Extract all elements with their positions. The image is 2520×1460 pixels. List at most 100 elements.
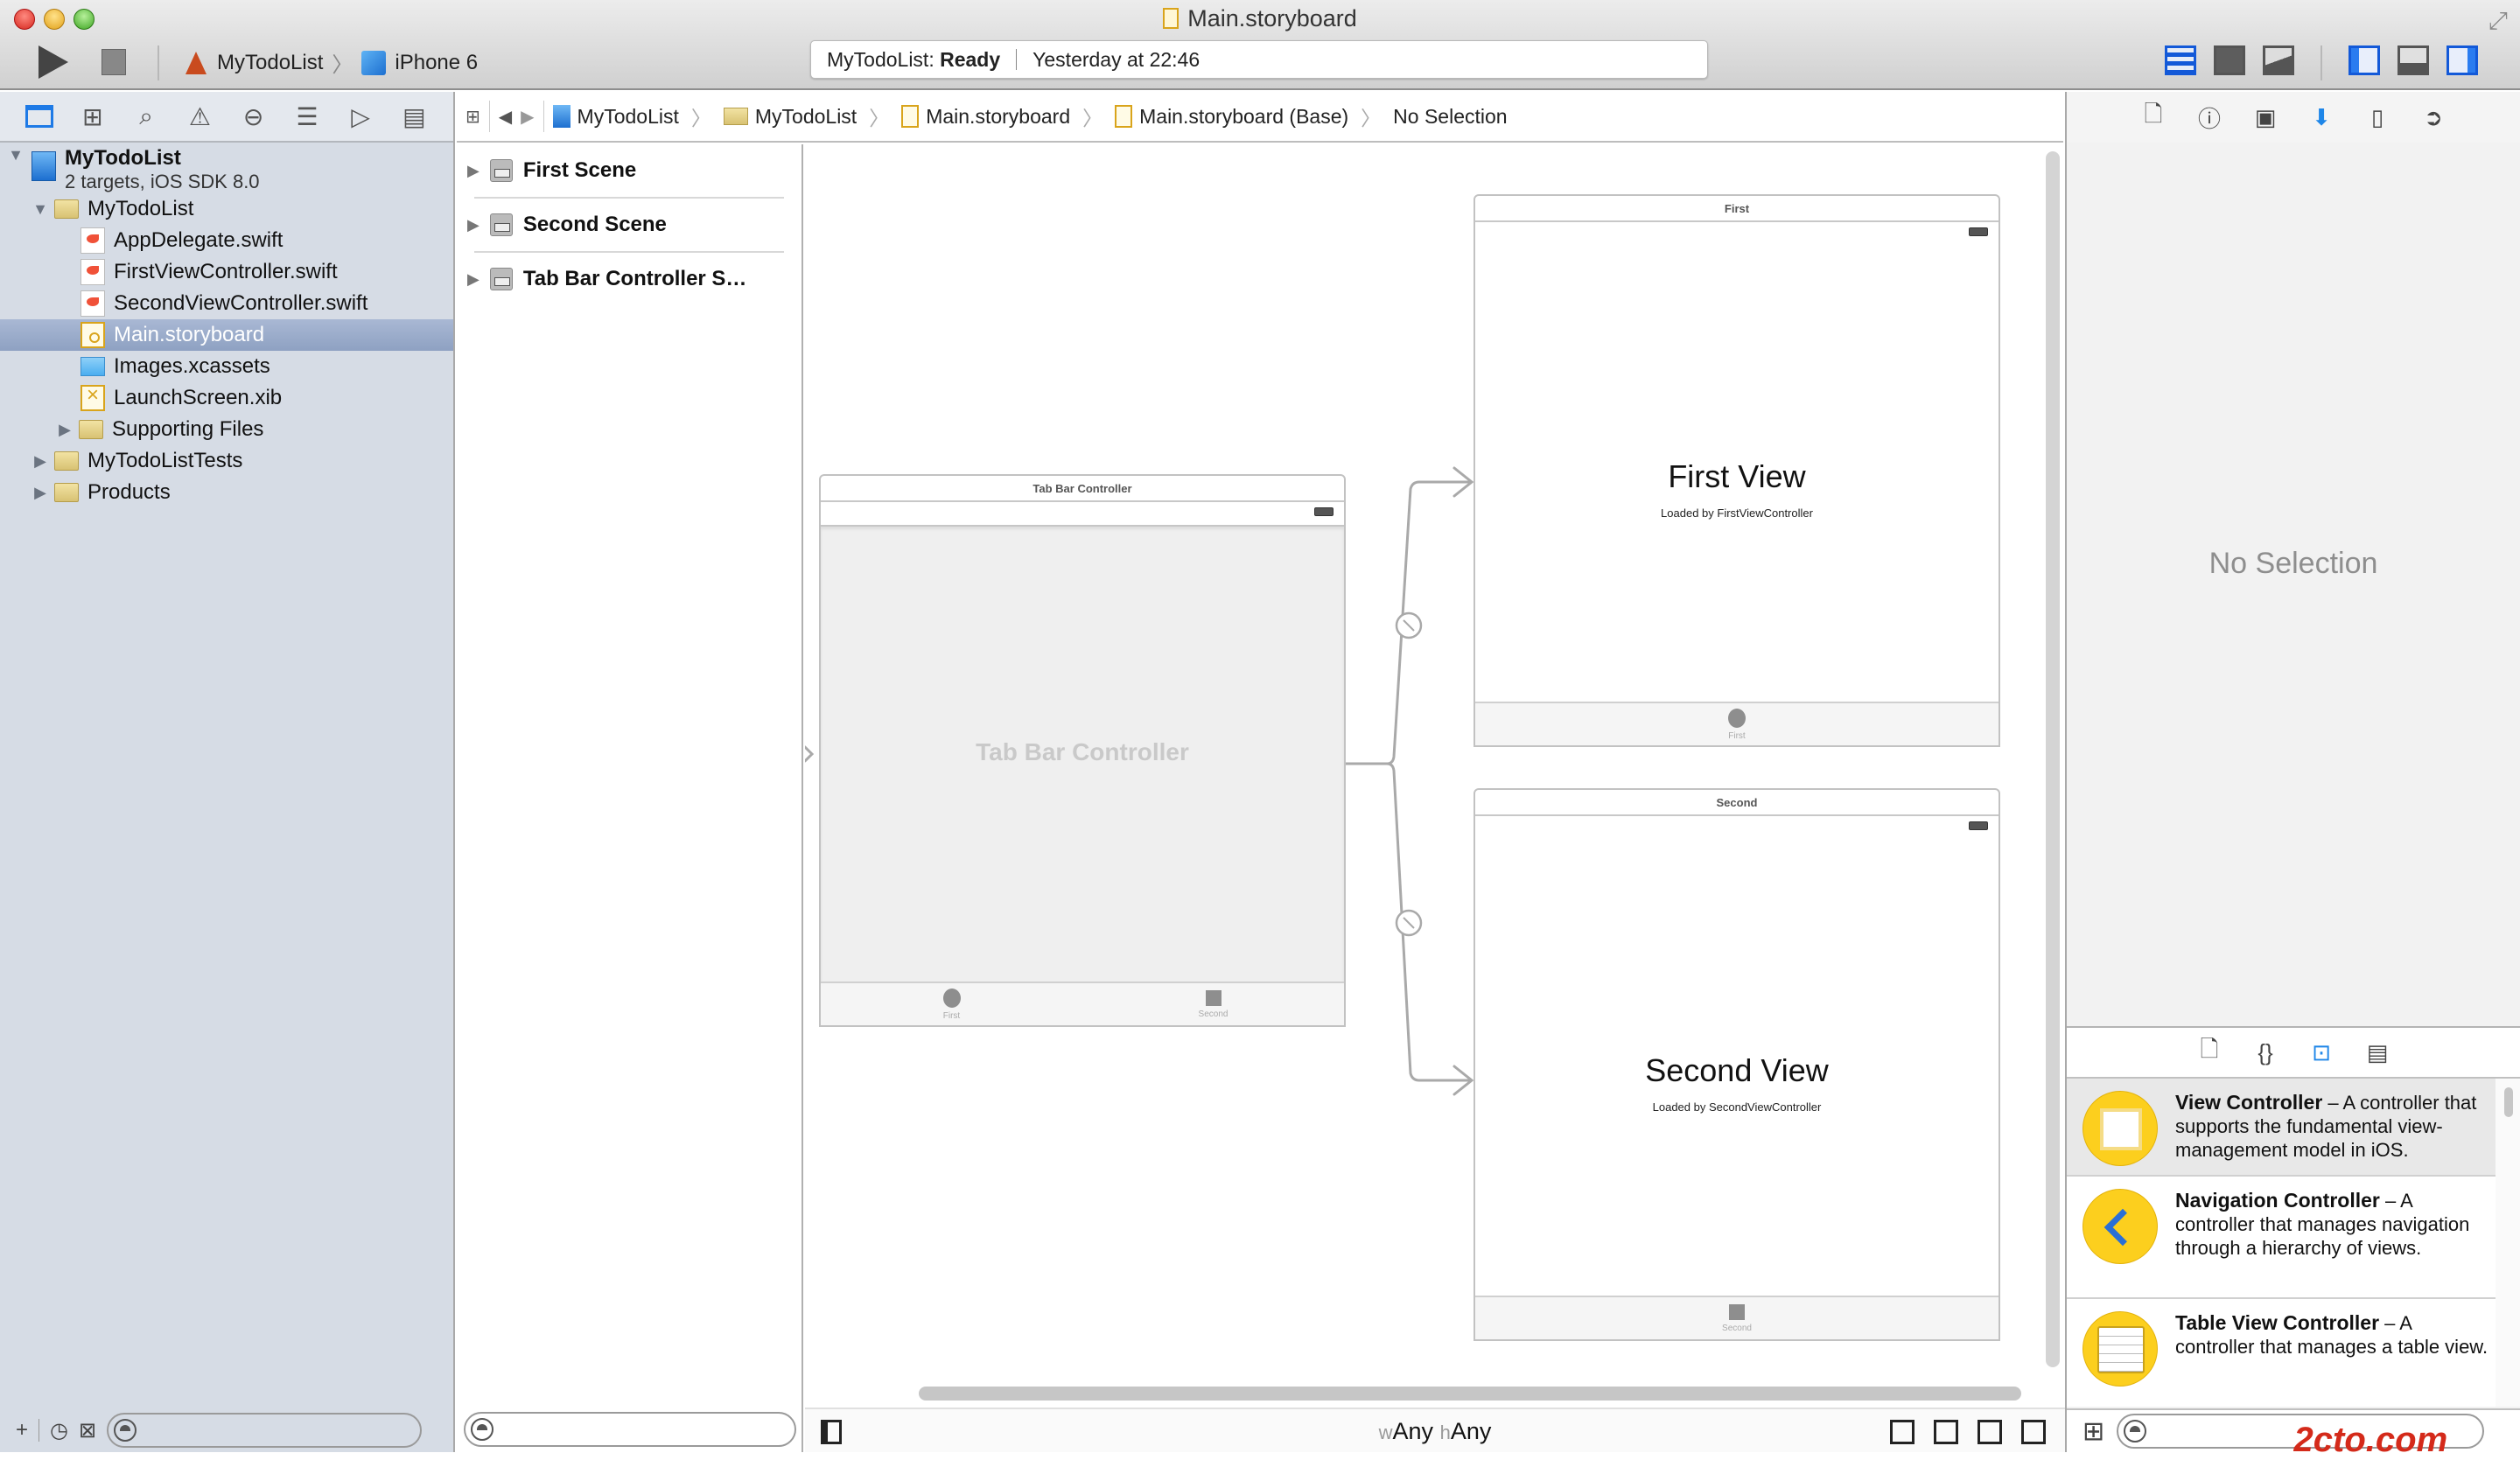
tree-item-folder[interactable]: ▶ Supporting Files	[0, 414, 453, 445]
forward-arrow-icon[interactable]: ▶	[521, 106, 534, 128]
add-icon[interactable]: +	[16, 1418, 28, 1443]
library-item-navigation-controller[interactable]: Navigation Controller – A controller tha…	[2067, 1177, 2496, 1299]
breadcrumb-selection[interactable]: No Selection	[1393, 105, 1507, 129]
view-title-label[interactable]: Second View	[1475, 1052, 1998, 1089]
related-items-grid-icon[interactable]: ⊞	[466, 106, 480, 128]
file-template-library-icon[interactable]: 🗋	[2196, 1036, 2222, 1065]
tab-bar-item-first[interactable]: First	[900, 988, 1004, 1021]
media-library-icon[interactable]: ▤	[2364, 1039, 2390, 1065]
scheme-name[interactable]: MyTodoList	[217, 51, 323, 75]
chevron-right-icon: 〉	[869, 107, 890, 129]
navigator-filter-input[interactable]	[107, 1413, 423, 1448]
utilities-panel-toggle-icon[interactable]	[2446, 45, 2478, 75]
tree-item-file[interactable]: FirstViewController.swift	[0, 256, 453, 288]
vertical-scrollbar[interactable]	[2046, 151, 2060, 1367]
disclosure-collapsed-icon[interactable]: ▶	[56, 421, 74, 439]
storyboard-canvas[interactable]: Tab Bar Controller Tab Bar Controller Fi…	[805, 144, 2065, 1408]
disclosure-collapsed-icon[interactable]: ▶	[32, 484, 49, 502]
tree-item-file-selected[interactable]: Main.storyboard	[0, 319, 453, 351]
debug-navigator-tab[interactable]: ☰	[292, 103, 322, 130]
scheme-selector[interactable]: MyTodoList 〉 iPhone 6	[182, 47, 478, 78]
disclosure-expanded-icon[interactable]: ▼	[32, 200, 49, 219]
breadcrumb-file[interactable]: Main.storyboard	[901, 105, 1070, 129]
resolve-autolayout-icon[interactable]	[1978, 1420, 2002, 1444]
toolbar-divider	[158, 45, 159, 80]
tree-item-folder[interactable]: ▼ MyTodoList	[0, 193, 453, 225]
disclosure-collapsed-icon[interactable]: ▶	[467, 216, 480, 234]
status-divider	[1016, 49, 1018, 70]
navigator-panel-toggle-icon[interactable]	[2348, 45, 2380, 75]
disclosure-collapsed-icon[interactable]: ▶	[467, 162, 480, 180]
project-navigator-tab[interactable]	[24, 103, 54, 129]
debug-area-toggle-icon[interactable]	[2398, 45, 2429, 75]
recent-files-clock-icon[interactable]: ◷	[50, 1418, 68, 1443]
version-editor-icon[interactable]	[2263, 45, 2294, 75]
find-navigator-tab[interactable]: ⌕	[131, 102, 161, 129]
view-title-label[interactable]: First View	[1475, 458, 1998, 495]
horizontal-scrollbar[interactable]	[919, 1387, 2021, 1401]
view-subtitle-label[interactable]: Loaded by FirstViewController	[1475, 506, 1998, 520]
assistant-editor-icon[interactable]	[2214, 45, 2245, 75]
outline-scene-item[interactable]: ▶ Tab Bar Controller S…	[457, 253, 802, 305]
library-filter-input[interactable]: 2cto.com	[2117, 1414, 2485, 1459]
library-scrollbar[interactable]	[2496, 1079, 2520, 1407]
issue-navigator-tab[interactable]: ⚠	[185, 103, 214, 130]
tree-item-file[interactable]: Images.xcassets	[0, 351, 453, 382]
first-view-controller-scene[interactable]: First First View Loaded by FirstViewCont…	[1474, 194, 2000, 747]
library-item-view-controller[interactable]: View Controller – A controller that supp…	[2067, 1079, 2496, 1177]
second-view-controller-scene[interactable]: Second Second View Loaded by SecondViewC…	[1474, 788, 2000, 1341]
symbol-navigator-tab[interactable]: ⊞	[78, 103, 108, 130]
relationship-segue-icon[interactable]	[1395, 909, 1423, 937]
test-navigator-tab[interactable]: ⊖	[239, 103, 269, 130]
align-icon[interactable]	[1890, 1420, 1914, 1444]
grid-view-icon[interactable]: ⊞	[2082, 1416, 2104, 1447]
device-name[interactable]: iPhone 6	[395, 51, 478, 75]
tree-item-file[interactable]: SecondViewController.swift	[0, 288, 453, 319]
status-state: Ready	[940, 47, 1001, 71]
tree-item-folder[interactable]: ▶ MyTodoListTests	[0, 445, 453, 477]
utilities-panel: 🗋 ⓘ ▣ ⬇ ▯ ➲ No Selection 🗋 {} ⊡ ▤ View C…	[2065, 92, 2520, 1459]
file-inspector-icon[interactable]: 🗋	[2140, 101, 2166, 130]
tab-bar-controller-scene[interactable]: Tab Bar Controller Tab Bar Controller Fi…	[819, 474, 1346, 1027]
disclosure-collapsed-icon[interactable]: ▶	[32, 452, 49, 471]
pin-icon[interactable]	[1934, 1420, 1958, 1444]
library-item-table-view-controller[interactable]: Table View Controller – A controller tha…	[2067, 1299, 2496, 1397]
outline-scene-item[interactable]: ▶ Second Scene	[457, 199, 802, 251]
identity-inspector-icon[interactable]: ▣	[2252, 104, 2278, 130]
breakpoint-navigator-tab[interactable]: ▷	[346, 103, 375, 130]
attributes-inspector-icon[interactable]: ⬇	[2308, 104, 2334, 130]
segue-to-second-scene[interactable]	[1385, 762, 1472, 1082]
source-control-filter-icon[interactable]: ⊠	[79, 1418, 96, 1443]
disclosure-expanded-icon[interactable]: ▼	[7, 146, 24, 164]
fullscreen-icon[interactable]: ⤢	[2488, 7, 2508, 36]
relationship-segue-icon[interactable]	[1395, 611, 1423, 639]
breadcrumb-project[interactable]: MyTodoList	[552, 105, 679, 129]
tree-item-file[interactable]: LaunchScreen.xib	[0, 382, 453, 414]
size-inspector-icon[interactable]: ▯	[2364, 104, 2390, 130]
run-button[interactable]	[38, 45, 68, 79]
size-class-control[interactable]: wAny hAny	[805, 1418, 2065, 1445]
segue-to-first-scene[interactable]	[1344, 480, 1472, 765]
disclosure-collapsed-icon[interactable]: ▶	[467, 270, 480, 289]
project-tree: ▼ MyTodoList 2 targets, iOS SDK 8.0 ▼ My…	[0, 144, 453, 508]
tab-bar-item-second[interactable]: Second	[1684, 1303, 1789, 1333]
stop-button[interactable]	[102, 49, 126, 75]
tab-bar-item-second[interactable]: Second	[1161, 988, 1266, 1019]
breadcrumb-localization[interactable]: Main.storyboard (Base)	[1115, 105, 1348, 129]
view-subtitle-label[interactable]: Loaded by SecondViewController	[1475, 1100, 1998, 1114]
connections-inspector-icon[interactable]: ➲	[2420, 104, 2446, 130]
outline-scene-item[interactable]: ▶ First Scene	[457, 144, 802, 197]
resizing-behavior-icon[interactable]	[2021, 1420, 2046, 1444]
object-library-icon[interactable]: ⊡	[2308, 1039, 2334, 1065]
quick-help-icon[interactable]: ⓘ	[2196, 104, 2222, 132]
tree-item-project[interactable]: ▼ MyTodoList 2 targets, iOS SDK 8.0	[0, 144, 453, 193]
report-navigator-tab[interactable]: ▤	[399, 103, 429, 130]
code-snippet-library-icon[interactable]: {}	[2252, 1039, 2278, 1065]
tree-item-file[interactable]: AppDelegate.swift	[0, 225, 453, 256]
outline-filter-input[interactable]	[464, 1412, 796, 1447]
tree-item-folder[interactable]: ▶ Products	[0, 477, 453, 508]
back-arrow-icon[interactable]: ◀	[499, 106, 512, 128]
tab-bar-item-first[interactable]: First	[1684, 709, 1789, 741]
breadcrumb-group[interactable]: MyTodoList	[723, 105, 857, 129]
standard-editor-icon[interactable]	[2165, 45, 2196, 75]
